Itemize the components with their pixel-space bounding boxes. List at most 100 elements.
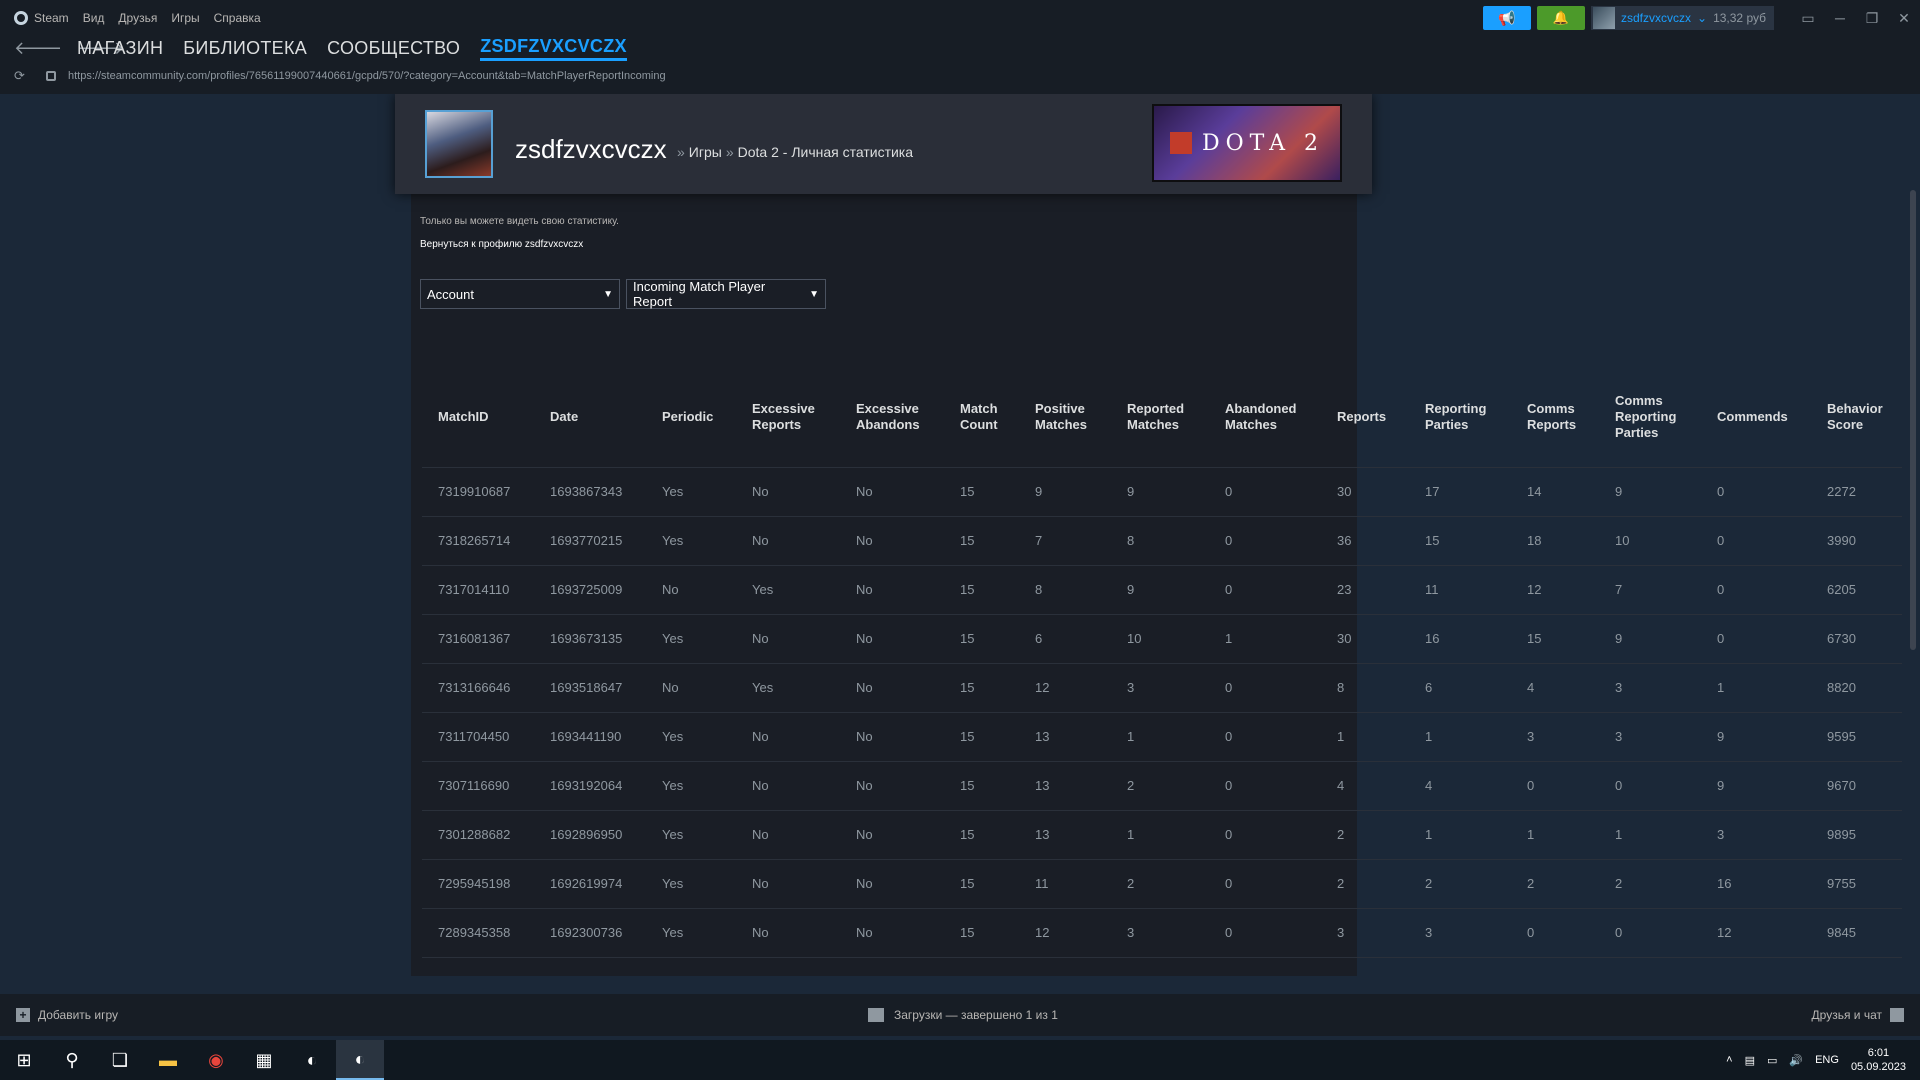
- maximize-icon[interactable]: ❐: [1856, 10, 1888, 27]
- profile-avatar[interactable]: [425, 110, 493, 178]
- table-cell: 15: [944, 712, 1019, 762]
- lock-icon: [46, 71, 56, 81]
- steam-active-taskbar-icon[interactable]: ◐: [336, 1040, 384, 1080]
- table-cell: No: [840, 663, 944, 713]
- table-cell: 0: [1701, 614, 1811, 664]
- steam-taskbar-icon[interactable]: ◐: [288, 1040, 336, 1080]
- close-icon[interactable]: ✕: [1888, 10, 1920, 27]
- table-cell: 2: [1111, 859, 1209, 909]
- table-row: 7311704450 1693441190 Yes No No 15 13 1 0 1 1 3 3 9 95…: [422, 712, 1902, 762]
- table-cell: 0: [1209, 810, 1321, 860]
- chrome-icon[interactable]: ◉: [192, 1040, 240, 1080]
- table-cell: 0: [1701, 516, 1811, 566]
- table-cell: 15: [944, 467, 1019, 517]
- table-row: 7307116690 1693192064 Yes No No 15 13 2 0 4 4 0 0 9 96…: [422, 761, 1902, 811]
- table-cell: No: [736, 810, 840, 860]
- table-cell: 7316081367: [422, 614, 534, 664]
- announcements-button[interactable]: 📢: [1483, 6, 1531, 30]
- notifications-button[interactable]: 🔔: [1537, 6, 1585, 30]
- col-excessive-abandons: Excessive Abandons: [840, 367, 944, 468]
- col-reported-matches: Reported Matches: [1111, 367, 1209, 468]
- table-cell: No: [840, 908, 944, 958]
- big-picture-icon[interactable]: ▭: [1792, 10, 1824, 27]
- table-cell: No: [840, 467, 944, 517]
- table-cell: 4: [1321, 761, 1409, 811]
- nav-community[interactable]: СООБЩЕСТВО: [327, 38, 460, 59]
- col-periodic: Periodic: [646, 367, 736, 468]
- table-cell: 1: [1321, 712, 1409, 762]
- table-cell: 30: [1321, 467, 1409, 517]
- downloads-status[interactable]: Загрузки — завершено 1 из 1: [868, 1008, 1058, 1022]
- task-view-icon[interactable]: ❏: [96, 1040, 144, 1080]
- table-cell: 1: [1701, 663, 1811, 713]
- table-row: 7317014110 1693725009 No Yes No 15 8 9 0 23 11 12 7 0…: [422, 565, 1902, 615]
- menu-help[interactable]: Справка: [214, 11, 261, 25]
- table-cell: 12: [1701, 908, 1811, 958]
- col-reports: Reports: [1321, 367, 1409, 468]
- network-icon[interactable]: ▤: [1745, 1054, 1755, 1067]
- breadcrumb-current: Dota 2 - Личная статистика: [737, 144, 914, 160]
- breadcrumb-games[interactable]: Игры: [689, 144, 722, 160]
- table-cell: 1: [1409, 810, 1511, 860]
- profile-name[interactable]: zsdfzvxcvczx: [515, 134, 667, 165]
- table-cell: No: [646, 663, 736, 713]
- back-arrow-icon[interactable]: 🡐: [14, 38, 62, 59]
- nav-store[interactable]: МАГАЗИН: [77, 38, 163, 59]
- bell-icon: 🔔: [1552, 10, 1570, 25]
- nav-library[interactable]: БИБЛИОТЕКА: [183, 38, 307, 59]
- table-cell: 9: [1111, 565, 1209, 615]
- chevron-up-icon[interactable]: ˄: [1726, 1054, 1732, 1066]
- vertical-scrollbar[interactable]: [1910, 190, 1916, 650]
- table-cell: 15: [944, 516, 1019, 566]
- table-cell: 1693192064: [534, 761, 646, 811]
- menu-games[interactable]: Игры: [171, 11, 199, 25]
- table-body: 7319910687 1693867343 Yes No No 15 9 9 0 30 17 14 9 0…: [422, 467, 1902, 976]
- minimize-icon[interactable]: ─: [1824, 10, 1856, 26]
- language-indicator[interactable]: ENG: [1815, 1054, 1839, 1066]
- table-cell: 3: [1111, 663, 1209, 713]
- calculator-icon[interactable]: ▦: [240, 1040, 288, 1080]
- col-positive-matches: Positive Matches: [1019, 367, 1111, 468]
- add-game-button[interactable]: + Добавить игру: [16, 1008, 118, 1022]
- game-logo[interactable]: DOTA 2: [1152, 104, 1342, 182]
- clock-time: 6:01: [1867, 1047, 1890, 1059]
- nav-profile[interactable]: ZSDFZVXCVCZX: [480, 36, 627, 61]
- table-cell: 9670: [1811, 761, 1902, 811]
- table-cell: Yes: [646, 859, 736, 909]
- account-menu[interactable]: zsdfzvxcvczx ⌄ 13,32 руб: [1591, 6, 1774, 30]
- table-cell: 1693441190: [534, 712, 646, 762]
- col-match-id: MatchID: [422, 367, 534, 468]
- col-excessive-reports: Excessive Reports: [736, 367, 840, 468]
- table-cell: 7283784376: [422, 957, 534, 976]
- table-cell: 4: [1409, 761, 1511, 811]
- table-cell: 9: [1599, 614, 1701, 664]
- display-icon[interactable]: ▭: [1767, 1054, 1777, 1067]
- windows-start-icon[interactable]: ⊞: [0, 1040, 48, 1080]
- volume-icon[interactable]: 🔊: [1789, 1054, 1803, 1067]
- reload-icon[interactable]: ⟳: [14, 68, 32, 84]
- steam-menu[interactable]: Steam: [14, 11, 69, 25]
- friends-chat-button[interactable]: Друзья и чат: [1812, 1008, 1904, 1022]
- tab-select[interactable]: Incoming Match Player Report ▼: [626, 279, 826, 309]
- menu-view[interactable]: Вид: [83, 11, 105, 25]
- filter-selects: Account ▼ Incoming Match Player Report ▼: [420, 279, 826, 309]
- table-cell: 0: [1701, 565, 1811, 615]
- file-explorer-icon[interactable]: ▬: [144, 1040, 192, 1080]
- table-cell: 11: [1019, 859, 1111, 909]
- menu-friends[interactable]: Друзья: [118, 11, 157, 25]
- table-cell: 1: [1111, 712, 1209, 762]
- breadcrumb-separator: »: [677, 144, 685, 160]
- table-cell: 9845: [1811, 908, 1902, 958]
- clock[interactable]: 6:01 05.09.2023: [1851, 1046, 1906, 1074]
- back-to-profile-link[interactable]: Вернуться к профилю zsdfzvxcvczx: [420, 239, 583, 250]
- url-text[interactable]: https://steamcommunity.com/profiles/7656…: [68, 70, 666, 82]
- plus-icon: +: [16, 1008, 30, 1022]
- table-cell: 16: [1409, 614, 1511, 664]
- table-cell: 2: [1511, 957, 1599, 976]
- table-cell: 7295945198: [422, 859, 534, 909]
- col-comms-reporting-parties: Comms Reporting Parties: [1599, 367, 1701, 468]
- search-icon[interactable]: ⚲: [48, 1040, 96, 1080]
- category-select[interactable]: Account ▼: [420, 279, 620, 309]
- table-cell: 1693518647: [534, 663, 646, 713]
- table-cell: 15: [944, 859, 1019, 909]
